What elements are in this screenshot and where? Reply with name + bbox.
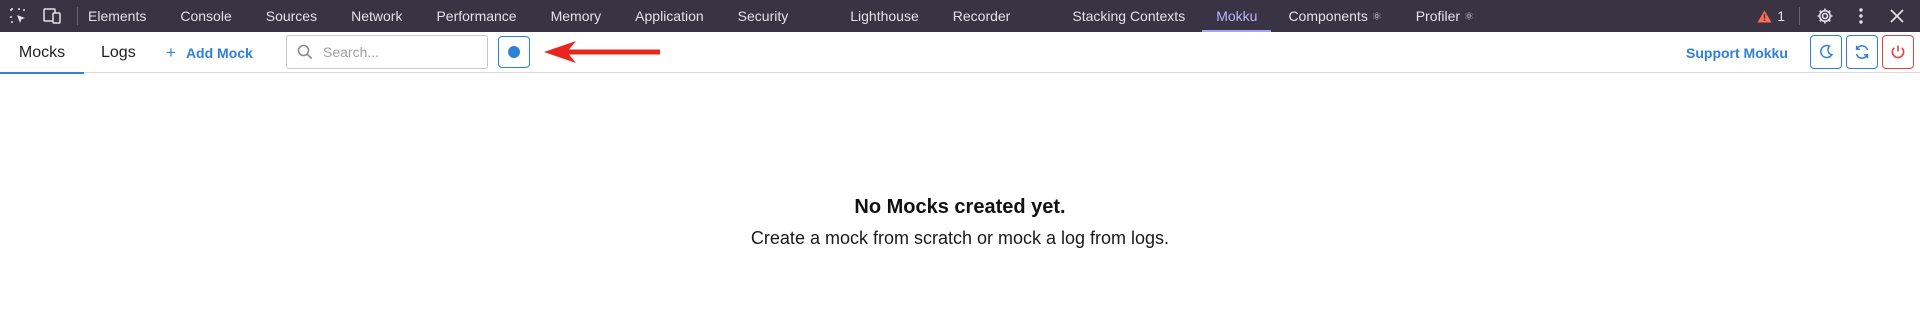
react-gear-icon: ⚛ (1371, 10, 1382, 23)
add-mock-button[interactable]: + Add Mock (166, 32, 253, 73)
settings-gear-icon[interactable] (1814, 5, 1836, 27)
tab-security[interactable]: Security (721, 0, 834, 32)
support-mokku-label: Support Mokku (1686, 44, 1788, 61)
toolbar-divider (1799, 7, 1800, 25)
empty-state-subtitle: Create a mock from scratch or mock a log… (750, 228, 1170, 248)
close-devtools-icon[interactable] (1886, 5, 1908, 27)
react-gear-icon: ⚛ (1464, 10, 1474, 23)
tab-logs[interactable]: Logs (101, 32, 136, 73)
add-mock-label: Add Mock (185, 44, 253, 61)
tab-console[interactable]: Console (163, 0, 248, 32)
tab-performance[interactable]: Performance (419, 0, 533, 32)
search-box (286, 35, 488, 69)
annotation-arrow (544, 41, 660, 63)
tab-lighthouse[interactable]: Lighthouse (833, 0, 936, 32)
mokku-toolbar: Mocks Logs + Add Mock Support Mokku (0, 32, 1920, 74)
empty-state: No Mocks created yet. Create a mock from… (0, 196, 1920, 249)
tab-logs-label: Logs (101, 43, 136, 61)
tab-recorder[interactable]: Recorder (936, 0, 1056, 32)
device-toolbar-icon[interactable] (41, 5, 63, 27)
moon-icon (1820, 44, 1834, 59)
power-icon (1891, 45, 1905, 59)
tab-memory[interactable]: Memory (534, 0, 619, 32)
theme-toggle-button[interactable] (1810, 35, 1842, 69)
search-input[interactable] (323, 44, 473, 60)
tab-mocks[interactable]: Mocks (0, 32, 84, 74)
record-dot-icon (508, 46, 520, 58)
support-mokku-link[interactable]: Support Mokku (1686, 32, 1788, 73)
power-toggle-button[interactable] (1882, 35, 1914, 69)
more-options-icon[interactable] (1850, 5, 1872, 27)
search-icon (297, 44, 313, 60)
warnings-counter[interactable]: 1 (1757, 8, 1785, 24)
refresh-button[interactable] (1846, 35, 1878, 69)
tab-sources[interactable]: Sources (249, 0, 334, 32)
tab-profiler[interactable]: Profiler ⚛ (1399, 0, 1491, 32)
tab-mocks-label: Mocks (18, 43, 66, 61)
record-toggle-button[interactable] (498, 36, 530, 68)
tab-mokku[interactable]: Mokku (1202, 0, 1272, 32)
devtools-tabs: Elements Console Sources Network Perform… (88, 0, 1491, 32)
toolbar-divider (77, 7, 78, 25)
tab-elements[interactable]: Elements (88, 0, 163, 32)
tab-network[interactable]: Network (334, 0, 419, 32)
warning-count: 1 (1777, 8, 1785, 24)
tab-components[interactable]: Components ⚛ (1271, 0, 1398, 32)
devtools-toolbar: Elements Console Sources Network Perform… (0, 0, 1920, 32)
tab-stacking-contexts[interactable]: Stacking Contexts (1055, 0, 1202, 32)
tab-application[interactable]: Application (618, 0, 721, 32)
warning-icon (1757, 10, 1772, 22)
empty-state-title: No Mocks created yet. (854, 196, 1066, 218)
refresh-icon (1855, 45, 1869, 59)
inspect-element-icon[interactable] (7, 5, 29, 27)
plus-icon: + (166, 42, 176, 62)
